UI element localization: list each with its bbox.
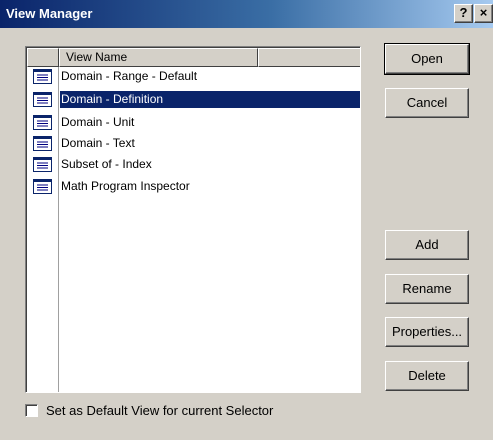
list-view-icon — [33, 69, 52, 84]
column-header-icon[interactable] — [27, 48, 59, 67]
list-view-icon — [33, 115, 52, 130]
list-item[interactable]: Domain - Range - Default — [27, 68, 360, 85]
view-list[interactable]: View Name Domain - Range - Default Domai… — [25, 46, 361, 393]
view-name: Subset of - Index — [61, 157, 152, 171]
add-button[interactable]: Add — [385, 230, 469, 260]
list-view-icon — [33, 179, 52, 194]
close-button[interactable]: × — [474, 4, 493, 23]
open-button[interactable]: Open — [384, 43, 470, 75]
list-item[interactable]: Domain - Text — [27, 135, 360, 152]
column-header-view-name[interactable]: View Name — [59, 48, 258, 67]
view-name: Domain - Range - Default — [61, 69, 198, 83]
list-item[interactable]: Subset of - Index — [27, 156, 360, 173]
column-header-blank[interactable] — [258, 48, 360, 67]
list-item[interactable]: Domain - Unit — [27, 114, 360, 131]
list-item[interactable]: Math Program Inspector — [27, 178, 360, 195]
default-view-checkbox[interactable] — [25, 404, 38, 417]
view-name: Domain - Definition — [60, 91, 360, 108]
help-button[interactable]: ? — [454, 4, 473, 23]
view-name: Domain - Unit — [61, 115, 135, 129]
list-view-icon — [33, 157, 52, 172]
cancel-button[interactable]: Cancel — [385, 88, 469, 118]
list-view-icon — [33, 136, 52, 151]
delete-button[interactable]: Delete — [385, 361, 469, 391]
list-header: View Name — [27, 48, 360, 67]
title-bar[interactable]: View Manager ? × — [0, 0, 493, 28]
window-title: View Manager — [6, 6, 93, 21]
view-name: Math Program Inspector — [61, 179, 190, 193]
list-item-selected[interactable]: Domain - Definition — [27, 91, 360, 108]
properties-button[interactable]: Properties... — [385, 317, 469, 347]
rename-button[interactable]: Rename — [385, 274, 469, 304]
default-view-checkbox-label[interactable]: Set as Default View for current Selector — [46, 402, 273, 419]
view-manager-dialog: View Manager ? × View Name Domain - Rang… — [0, 0, 493, 440]
view-name: Domain - Text — [61, 136, 135, 150]
list-view-icon — [33, 92, 52, 107]
